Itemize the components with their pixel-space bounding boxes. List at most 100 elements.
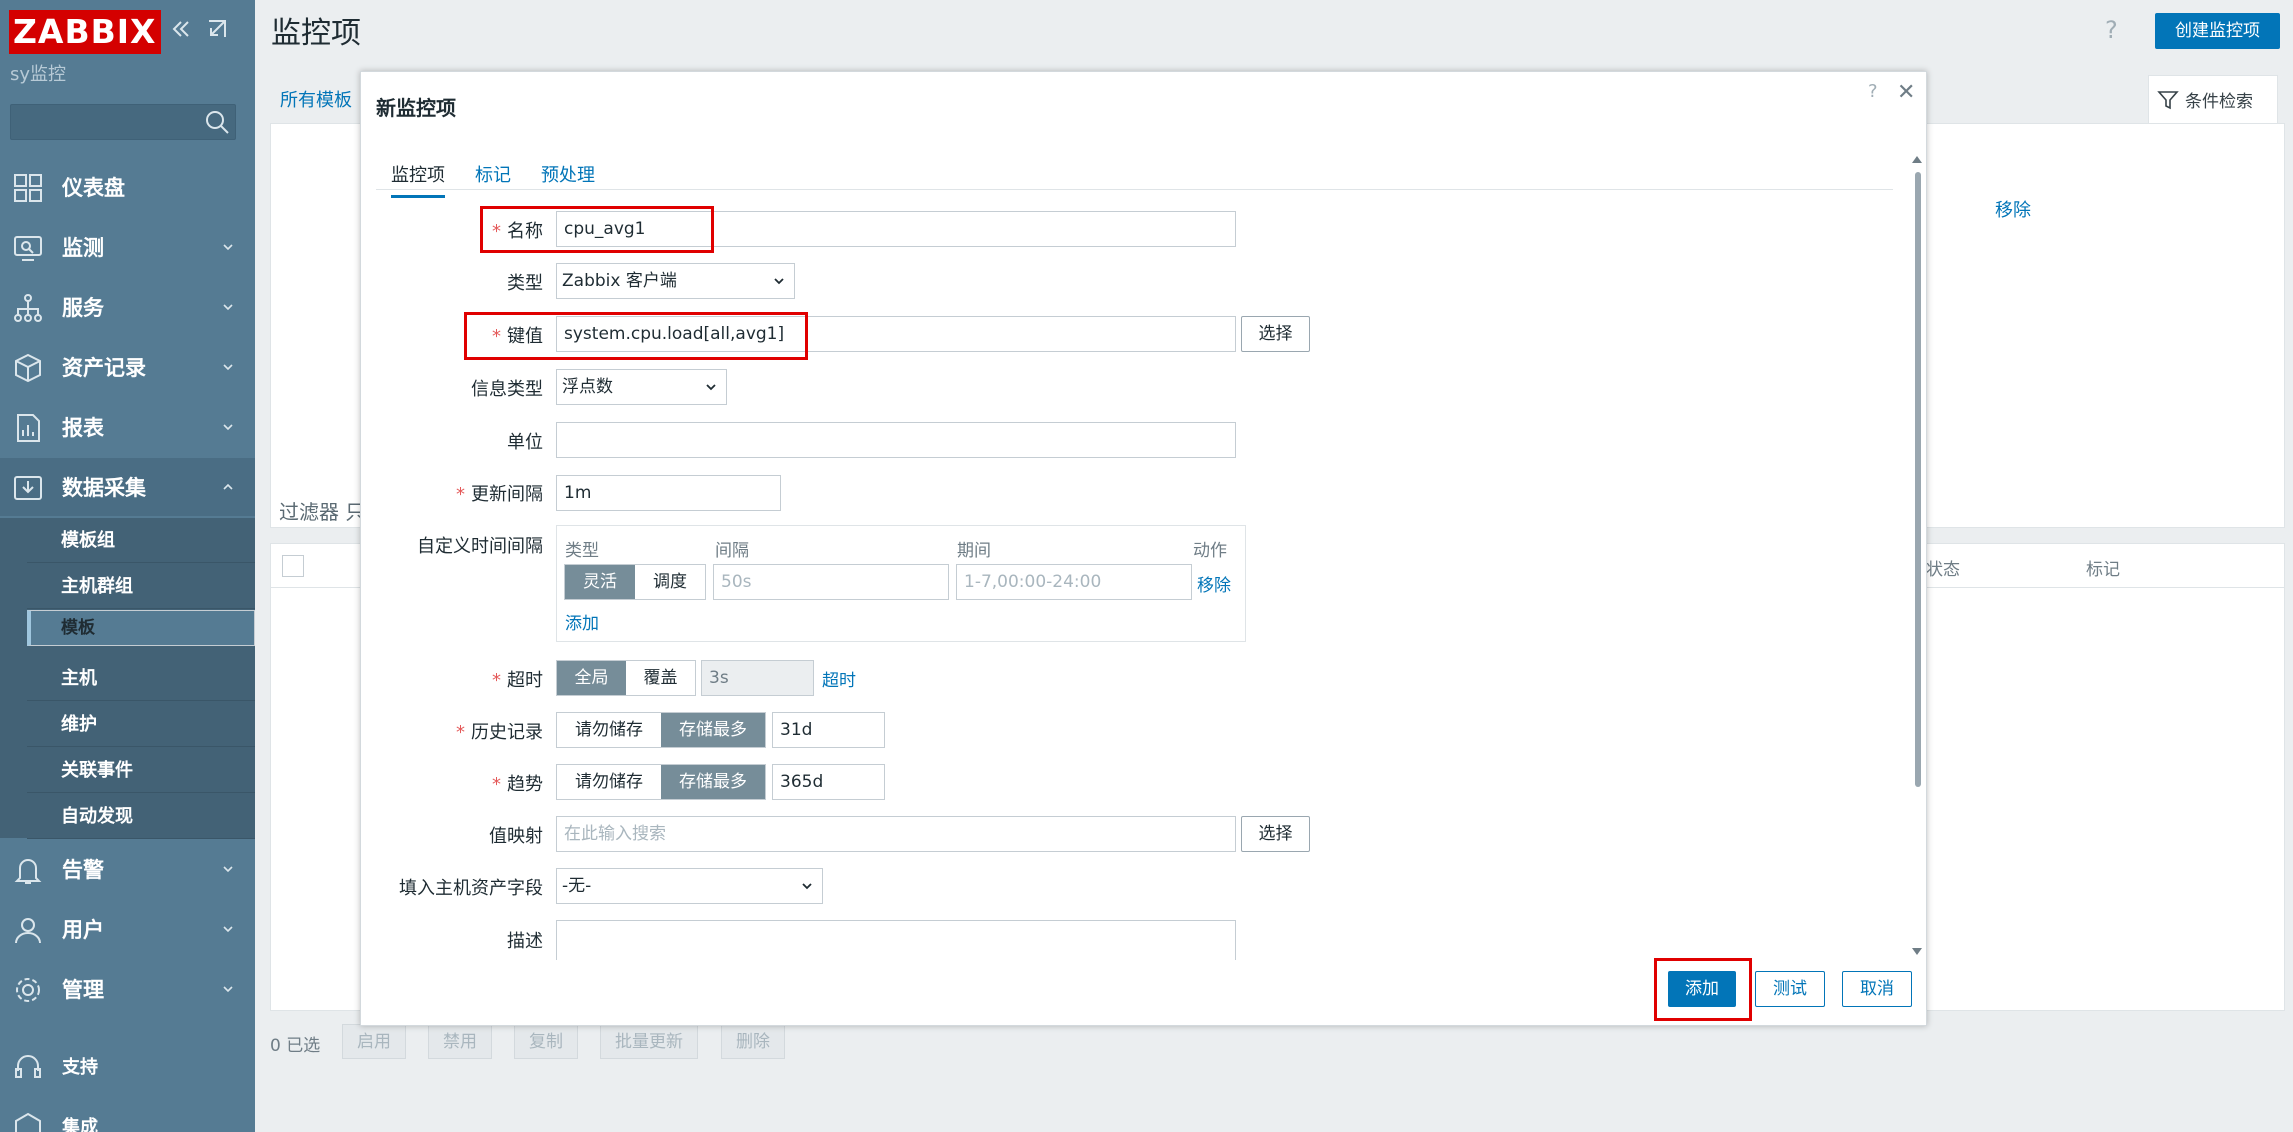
custom-interval-input[interactable]: 50s xyxy=(713,564,949,600)
chevron-down-icon xyxy=(223,424,233,431)
chevron-down-icon xyxy=(706,384,716,391)
submenu-event-correlation[interactable]: 关联事件 xyxy=(27,748,255,793)
tab-item[interactable]: 监控项 xyxy=(391,161,445,198)
cancel-button[interactable]: 取消 xyxy=(1842,971,1912,1007)
submenu-template-groups[interactable]: 模板组 xyxy=(27,518,255,563)
trends-store-up-to-button[interactable]: 存储最多 xyxy=(661,765,765,799)
bulk-enable-button[interactable]: 启用 xyxy=(342,1024,406,1059)
inventory-field-select[interactable]: -无- xyxy=(556,868,823,904)
tab-tags[interactable]: 标记 xyxy=(475,161,511,187)
menu-support[interactable]: 支持 xyxy=(0,1037,255,1095)
tab-preprocessing[interactable]: 预处理 xyxy=(541,161,595,187)
update-interval-label-text: 更新间隔 xyxy=(471,484,543,505)
submenu-maintenance[interactable]: 维护 xyxy=(27,702,255,747)
test-button[interactable]: 测试 xyxy=(1755,971,1825,1007)
submenu-hosts[interactable]: 主机 xyxy=(27,656,255,701)
timeout-global-button[interactable]: 全局 xyxy=(557,661,626,695)
description-textarea[interactable] xyxy=(556,920,1236,960)
column-status[interactable]: 状态 xyxy=(1926,555,1960,580)
menu-users[interactable]: 用户 xyxy=(0,900,255,958)
required-marker: * xyxy=(492,774,501,795)
services-icon xyxy=(14,294,42,322)
history-store-up-to-button[interactable]: 存储最多 xyxy=(661,713,765,747)
collapse-sidebar-icon[interactable] xyxy=(170,18,192,46)
timeout-label-text: 超时 xyxy=(507,670,543,691)
update-interval-input[interactable]: 1m xyxy=(556,475,781,511)
custom-interval-add-link[interactable]: 添加 xyxy=(565,609,599,634)
menu-dashboard[interactable]: 仪表盘 xyxy=(0,158,255,216)
menu-label: 支持 xyxy=(62,1057,98,1078)
zabbix-logo[interactable]: ZABBIX xyxy=(9,10,161,54)
value-map-input[interactable]: 在此输入搜索 xyxy=(556,816,1236,852)
bulk-copy-button[interactable]: 复制 xyxy=(514,1024,578,1059)
trends-input[interactable]: 365d xyxy=(772,764,885,800)
bell-icon xyxy=(14,859,42,884)
kiosk-mode-icon[interactable] xyxy=(206,18,228,46)
mode-scheduling-button[interactable]: 调度 xyxy=(635,565,705,599)
scroll-down-arrow[interactable] xyxy=(1912,948,1922,955)
menu-administration[interactable]: 管理 xyxy=(0,960,255,1018)
menu-services[interactable]: 服务 xyxy=(0,278,255,336)
menu-reports[interactable]: 报表 xyxy=(0,398,255,456)
chevron-up-icon xyxy=(223,483,233,490)
custom-period-input[interactable]: 1-7,00:00-24:00 xyxy=(956,564,1192,600)
bulk-disable-button[interactable]: 禁用 xyxy=(428,1024,492,1059)
custom-interval-remove-link[interactable]: 移除 xyxy=(1197,571,1231,596)
menu-label: 报表 xyxy=(62,416,104,440)
type-select[interactable]: Zabbix 客户端 xyxy=(556,263,795,299)
history-input[interactable]: 31d xyxy=(772,712,885,748)
custom-intervals-table: 类型 间隔 期间 动作 灵活 调度 50s 1-7,00:00-24:00 移除… xyxy=(556,525,1246,642)
submenu-discovery[interactable]: 自动发现 xyxy=(27,794,255,839)
chevron-down-icon xyxy=(774,278,784,285)
history-do-not-store-button[interactable]: 请勿储存 xyxy=(557,713,661,747)
reports-icon xyxy=(17,414,40,442)
submenu-templates[interactable]: 模板 xyxy=(27,610,255,646)
help-icon[interactable]: ? xyxy=(2105,16,2118,44)
custom-col-period: 期间 xyxy=(957,541,991,561)
trends-do-not-store-button[interactable]: 请勿储存 xyxy=(557,765,661,799)
menu-alerts[interactable]: 告警 xyxy=(0,840,255,898)
search-icon[interactable] xyxy=(203,108,231,136)
key-select-button[interactable]: 选择 xyxy=(1241,316,1310,352)
dialog-scrollbar[interactable] xyxy=(1915,172,1921,787)
info-type-select-value: 浮点数 xyxy=(562,377,613,397)
sidebar-search-input[interactable] xyxy=(10,104,236,140)
unit-label: 单位 xyxy=(507,432,543,453)
timeout-override-button[interactable]: 覆盖 xyxy=(626,661,695,695)
create-item-button[interactable]: 创建监控项 xyxy=(2155,13,2280,49)
filter-tab[interactable]: 条件检索 xyxy=(2148,75,2278,123)
menu-label: 仪表盘 xyxy=(62,176,125,200)
submenu-host-groups[interactable]: 主机群组 xyxy=(27,564,255,609)
inventory-field-select-value: -无- xyxy=(562,876,592,896)
dialog-help-icon[interactable]: ? xyxy=(1868,81,1878,102)
timeout-link[interactable]: 超时 xyxy=(822,666,856,691)
monitoring-icon xyxy=(14,236,42,261)
value-map-select-button[interactable]: 选择 xyxy=(1241,816,1310,852)
breadcrumb-all-templates[interactable]: 所有模板 xyxy=(280,86,352,112)
headset-icon xyxy=(15,1055,41,1078)
menu-data-collection[interactable]: 数据采集 xyxy=(0,458,255,516)
chevron-down-icon xyxy=(223,926,233,933)
integrations-icon xyxy=(15,1112,41,1132)
bulk-mass-update-button[interactable]: 批量更新 xyxy=(600,1024,698,1059)
close-icon[interactable]: ✕ xyxy=(1897,80,1915,105)
info-type-select[interactable]: 浮点数 xyxy=(556,369,727,405)
gear-icon xyxy=(16,978,40,1002)
menu-inventory[interactable]: 资产记录 xyxy=(0,338,255,396)
mode-flexible-button[interactable]: 灵活 xyxy=(565,565,635,599)
menu-monitoring[interactable]: 监测 xyxy=(0,218,255,276)
bulk-delete-button[interactable]: 删除 xyxy=(721,1024,785,1059)
inventory-icon xyxy=(15,353,41,383)
unit-input[interactable] xyxy=(556,422,1236,458)
menu-label: 管理 xyxy=(62,978,104,1002)
custom-col-interval: 间隔 xyxy=(715,541,749,561)
menu-integrations[interactable]: 集成 xyxy=(0,1097,255,1132)
column-tags: 标记 xyxy=(2086,560,2120,580)
history-label-text: 历史记录 xyxy=(471,722,543,743)
select-all-checkbox[interactable] xyxy=(282,555,304,577)
scroll-up-arrow[interactable] xyxy=(1912,156,1922,163)
history-mode: 请勿储存 存储最多 xyxy=(556,712,766,748)
highlight-box xyxy=(464,312,808,360)
filter-remove-link[interactable]: 移除 xyxy=(1995,196,2031,222)
menu-label: 集成 xyxy=(62,1117,98,1132)
